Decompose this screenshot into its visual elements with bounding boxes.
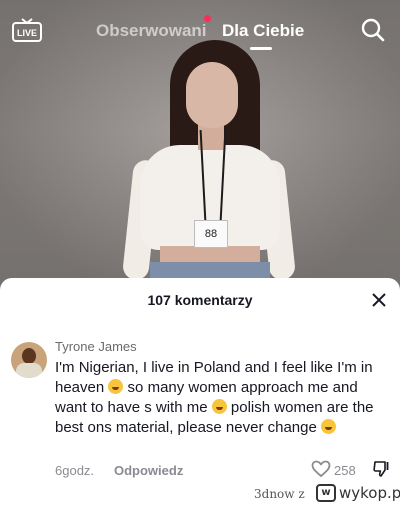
live-label: LIVE [17,28,37,38]
reply-button[interactable]: Odpowiedz [114,463,183,478]
video-player[interactable]: 88 [0,0,400,290]
grinning-emoji-icon [321,419,336,434]
laughing-emoji-icon [108,379,124,394]
notification-dot [204,15,211,22]
tab-for-you[interactable]: Dla Ciebie [222,21,304,41]
comment-text: I'm Nigerian, I live in Poland and I fee… [55,358,393,438]
search-icon[interactable] [361,18,385,42]
watermark-user: 3dnow z [254,487,305,501]
tab-following[interactable]: Obserwowani [96,21,207,41]
like-count: 258 [334,463,356,478]
watermark-brand: wykop.pl [339,484,400,502]
live-button[interactable]: LIVE [12,18,42,42]
close-icon[interactable] [371,292,387,308]
avatar-body [16,363,42,378]
laughing-emoji-icon [211,399,227,414]
live-icon: LIVE [12,18,42,42]
avatar-head [22,348,36,364]
active-tab-indicator [250,47,272,50]
comments-count-title: 107 komentarzy [147,292,253,308]
number-badge: 88 [194,220,228,248]
dislike-icon[interactable] [372,460,390,478]
wykop-logo-icon: w [316,484,336,502]
comment-timestamp: 6godz. [55,463,95,478]
comment-username[interactable]: Tyrone James [55,339,137,354]
person-face [186,62,238,128]
heart-icon[interactable] [311,460,331,478]
comments-sheet: 107 komentarzy Tyrone James I'm Nigerian… [0,278,400,507]
avatar[interactable] [11,342,47,378]
